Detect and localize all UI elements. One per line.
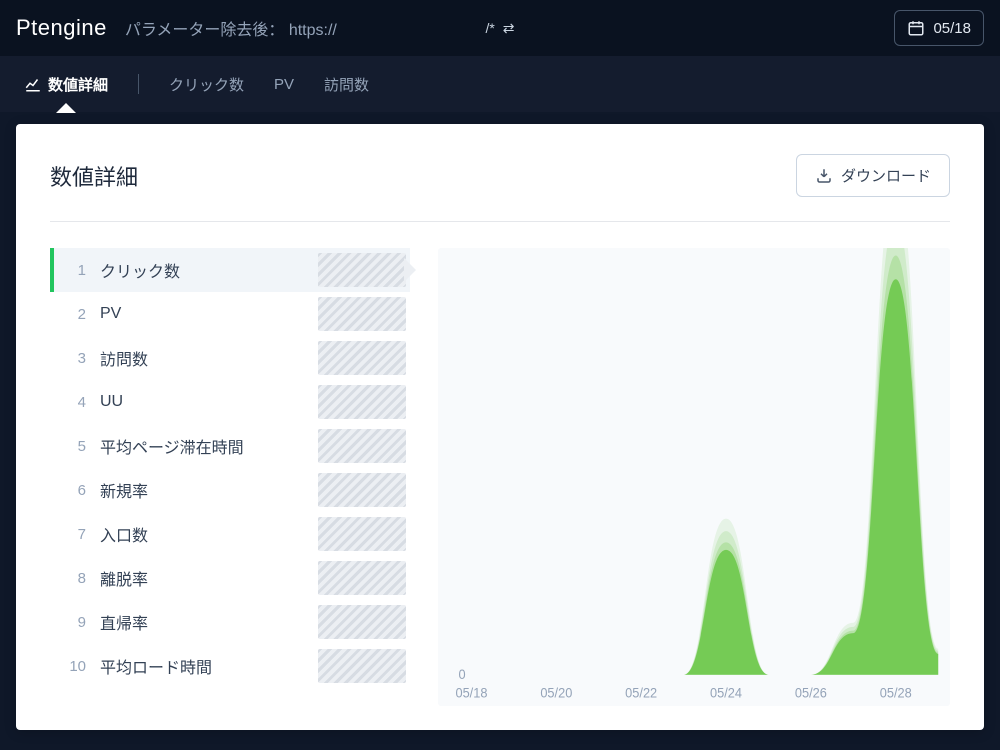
chart-y-tick: 0 xyxy=(458,667,465,682)
swap-icon[interactable]: ⇄ xyxy=(503,20,515,37)
metric-label: 訪問数 xyxy=(100,346,318,370)
metric-row-10[interactable]: 10 平均ロード時間 xyxy=(50,644,410,688)
metric-row-7[interactable]: 7 入口数 xyxy=(50,512,410,556)
metric-sparkline xyxy=(318,649,406,683)
metric-row-8[interactable]: 8 離脱率 xyxy=(50,556,410,600)
metric-sparkline xyxy=(318,253,406,287)
tab-separator xyxy=(138,74,139,94)
tab-clicks[interactable]: クリック数 xyxy=(169,56,244,112)
metric-label: 新規率 xyxy=(100,478,318,502)
download-icon xyxy=(815,167,833,185)
date-range-text: 05/18 xyxy=(933,20,971,37)
panel-title: 数値詳細 xyxy=(50,160,138,192)
panel-body: 1 クリック数 2 PV 3 訪問数 4 UU 5 平均ページ滞在時間 6 新規率 7 入口数 8 離脱率 9直… xyxy=(50,222,950,706)
logo: Ptengine xyxy=(16,15,107,41)
metric-index: 7 xyxy=(58,526,86,543)
chart-x-tick: 05/28 xyxy=(880,685,912,700)
calendar-icon xyxy=(907,19,925,37)
metric-index: 4 xyxy=(58,394,86,411)
metric-sparkline xyxy=(318,561,406,595)
metric-index: 3 xyxy=(58,350,86,367)
metric-label: クリック数 xyxy=(100,258,318,282)
tab-detail[interactable]: 数値詳細 xyxy=(24,56,108,112)
panel-header: 数値詳細 ダウンロード xyxy=(50,154,950,222)
metric-row-6[interactable]: 6 新規率 xyxy=(50,468,410,512)
metric-sparkline xyxy=(318,297,406,331)
chart-x-tick: 05/24 xyxy=(710,685,742,700)
metric-index: 1 xyxy=(58,262,86,279)
url-path: /* ⇄ xyxy=(485,20,514,37)
top-header: Ptengine パラメーター除去後： https:// /* ⇄ 05/18 xyxy=(0,0,1000,56)
metric-row-1[interactable]: 1 クリック数 xyxy=(50,248,410,292)
metric-row-3[interactable]: 3 訪問数 xyxy=(50,336,410,380)
chart-x-tick: 05/18 xyxy=(455,685,487,700)
metric-label: 入口数 xyxy=(100,522,318,546)
metric-index: 2 xyxy=(58,306,86,323)
url-path-text: /* xyxy=(485,20,494,36)
metric-label: 離脱率 xyxy=(100,566,318,590)
metric-row-4[interactable]: 4 UU xyxy=(50,380,410,424)
param-removed-label: パラメーター除去後： https:// xyxy=(125,16,337,40)
chart-icon xyxy=(24,75,42,93)
tab-pv[interactable]: PV xyxy=(274,56,294,112)
tab-visits[interactable]: 訪問数 xyxy=(324,56,369,112)
download-button-label: ダウンロード xyxy=(841,165,931,186)
metric-sparkline xyxy=(318,473,406,507)
metric-label: 直帰率 xyxy=(100,610,318,634)
metric-row-5[interactable]: 5 平均ページ滞在時間 xyxy=(50,424,410,468)
chart-x-tick: 05/22 xyxy=(625,685,657,700)
metric-label: 平均ページ滞在時間 xyxy=(100,434,318,458)
metric-sparkline xyxy=(318,605,406,639)
chart-area: 0 05/18 05/20 05/22 05/24 05/26 05/28 xyxy=(438,248,950,706)
chart-x-tick: 05/26 xyxy=(795,685,827,700)
metric-index: 5 xyxy=(58,438,86,455)
metric-index: 6 xyxy=(58,482,86,499)
metric-row-9[interactable]: 9 直帰率 xyxy=(50,600,410,644)
date-range-picker[interactable]: 05/18 xyxy=(894,10,984,46)
metric-label: 平均ロード時間 xyxy=(100,654,318,678)
chart-svg: 0 05/18 05/20 05/22 05/24 05/26 05/28 xyxy=(438,248,950,706)
metric-index: 8 xyxy=(58,570,86,587)
metric-label: UU xyxy=(100,393,318,411)
metric-list: 1 クリック数 2 PV 3 訪問数 4 UU 5 平均ページ滞在時間 6 新規率 7 入口数 8 離脱率 9直… xyxy=(50,248,410,706)
metric-index: 10 xyxy=(58,658,86,675)
metric-sparkline xyxy=(318,517,406,551)
metric-sparkline xyxy=(318,385,406,419)
metric-label: PV xyxy=(100,305,318,323)
metric-sparkline xyxy=(318,341,406,375)
chart-x-tick: 05/20 xyxy=(540,685,572,700)
download-button[interactable]: ダウンロード xyxy=(796,154,950,197)
metric-index: 9 xyxy=(58,614,86,631)
metric-row-2[interactable]: 2 PV xyxy=(50,292,410,336)
metric-sparkline xyxy=(318,429,406,463)
chart-series-area xyxy=(471,279,938,675)
tabbar: 数値詳細 クリック数 PV 訪問数 xyxy=(0,56,1000,112)
detail-panel: 数値詳細 ダウンロード 1 クリック数 2 PV 3 訪問数 4 UU 5 平均ページ滞在時間 6新… xyxy=(16,124,984,730)
tab-detail-label: 数値詳細 xyxy=(48,74,108,95)
